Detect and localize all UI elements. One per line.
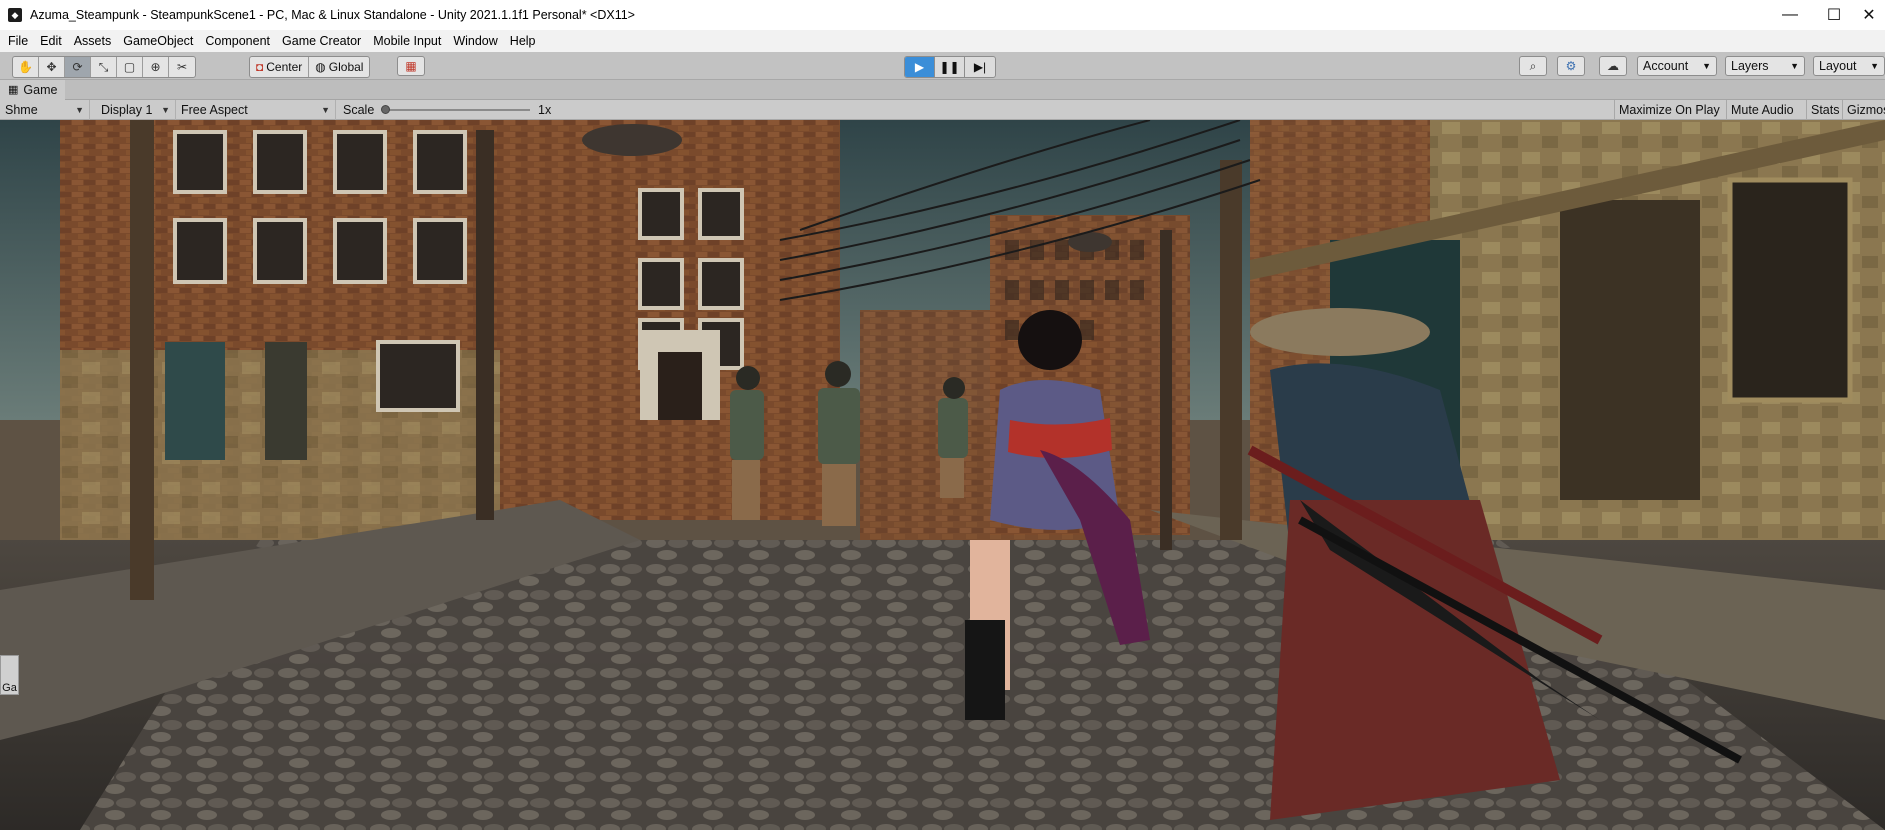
mute-audio-toggle[interactable]: Mute Audio xyxy=(1726,100,1806,120)
scale-slider-thumb[interactable] xyxy=(381,105,390,114)
grid-snap-icon: ▦ xyxy=(405,59,417,73)
game-scene xyxy=(0,120,1885,830)
menu-bar: File Edit Assets GameObject Component Ga… xyxy=(0,30,1885,52)
layers-label: Layers xyxy=(1731,59,1769,73)
caret-down-icon: ▼ xyxy=(161,105,170,115)
shme-dropdown[interactable]: Shme ▼ xyxy=(0,100,90,120)
rect-tool-icon[interactable]: ▢ xyxy=(117,57,143,77)
aspect-dropdown[interactable]: Free Aspect ▼ xyxy=(176,100,336,120)
display-dropdown[interactable]: Display 1 ▼ xyxy=(96,100,176,120)
globe-icon: ◍ xyxy=(315,60,326,74)
maximize-on-play-label: Maximize On Play xyxy=(1619,103,1720,117)
shme-label: Shme xyxy=(5,103,38,117)
pivot-global-button[interactable]: ◍ Global xyxy=(309,57,369,77)
pivot-center-button[interactable]: ◘ Center xyxy=(250,57,310,77)
cloud-icon: ☁ xyxy=(1607,59,1619,73)
play-icon: ▶ xyxy=(914,60,925,74)
search-button[interactable]: ⌕ xyxy=(1519,56,1547,76)
maximize-button[interactable]: ☐ xyxy=(1812,0,1856,30)
transform-tools: ✋ ✥ ⟳ ⤡ ▢ ⊕ ✂ xyxy=(12,56,196,78)
caret-down-icon: ▼ xyxy=(1702,61,1711,71)
pause-icon: ❚❚ xyxy=(939,60,960,74)
scale-tool-icon[interactable]: ⤡ xyxy=(91,57,117,77)
layers-dropdown[interactable]: Layers ▼ xyxy=(1725,56,1805,76)
tab-game[interactable]: ▦ Game xyxy=(0,79,66,100)
step-button[interactable]: ▶| xyxy=(965,57,995,77)
collab-button[interactable]: ⚙ xyxy=(1557,56,1585,76)
stats-label: Stats xyxy=(1811,103,1840,117)
transform-tool-icon[interactable]: ⊕ xyxy=(143,57,169,77)
menu-game-creator[interactable]: Game Creator xyxy=(276,30,367,52)
pause-button[interactable]: ❚❚ xyxy=(935,57,965,77)
window-title: Azuma_Steampunk - SteampunkScene1 - PC, … xyxy=(30,8,635,22)
menu-assets[interactable]: Assets xyxy=(68,30,118,52)
caret-down-icon: ▼ xyxy=(1870,61,1879,71)
move-tool-icon[interactable]: ✥ xyxy=(39,57,65,77)
menu-mobile-input[interactable]: Mobile Input xyxy=(367,30,447,52)
menu-window[interactable]: Window xyxy=(447,30,503,52)
account-dropdown[interactable]: Account ▼ xyxy=(1637,56,1717,76)
tab-game-label: Game xyxy=(23,82,58,97)
rotate-tool-icon[interactable]: ⟳ xyxy=(65,57,91,77)
menu-component[interactable]: Component xyxy=(199,30,276,52)
search-icon: ⌕ xyxy=(1529,58,1537,73)
caret-down-icon: ▼ xyxy=(1790,61,1799,71)
mute-audio-label: Mute Audio xyxy=(1731,103,1794,117)
gizmos-dropdown[interactable]: Gizmos xyxy=(1842,100,1885,120)
step-icon: ▶| xyxy=(973,60,987,74)
game-viewport[interactable]: Ga xyxy=(0,120,1885,830)
pivot-icon: ◘ xyxy=(256,60,264,74)
account-label: Account xyxy=(1643,59,1689,73)
hand-tool-icon[interactable]: ✋ xyxy=(13,57,39,77)
game-tab-bar: ▦ Game xyxy=(0,79,1885,100)
menu-file[interactable]: File xyxy=(2,30,34,52)
close-button[interactable]: ✕ xyxy=(1853,0,1885,30)
game-controller-icon: ▦ xyxy=(8,84,19,96)
menu-gameobject[interactable]: GameObject xyxy=(117,30,199,52)
minimize-button[interactable]: — xyxy=(1768,0,1812,30)
scale-value: 1x xyxy=(538,103,552,117)
layout-label: Layout xyxy=(1819,59,1857,73)
caret-down-icon: ▼ xyxy=(75,105,84,115)
space-label: Global xyxy=(328,60,364,74)
aspect-label: Free Aspect xyxy=(181,103,248,117)
play-button[interactable]: ▶ xyxy=(905,57,935,77)
maximize-on-play-toggle[interactable]: Maximize On Play xyxy=(1614,100,1726,120)
caret-down-icon: ▼ xyxy=(321,105,330,115)
scale-label: Scale xyxy=(343,103,375,117)
main-toolbar: ✋ ✥ ⟳ ⤡ ▢ ⊕ ✂ ◘ Center ◍ Global ▦ ▶ ❚❚ ▶… xyxy=(0,52,1885,80)
cloud-button[interactable]: ☁ xyxy=(1599,56,1627,76)
custom-tool-icon[interactable]: ✂ xyxy=(169,57,195,77)
menu-edit[interactable]: Edit xyxy=(34,30,68,52)
title-bar: ◆ Azuma_Steampunk - SteampunkScene1 - PC… xyxy=(0,0,1885,31)
play-controls: ▶ ❚❚ ▶| xyxy=(904,56,996,78)
layout-dropdown[interactable]: Layout ▼ xyxy=(1813,56,1885,76)
pivot-toggles: ◘ Center ◍ Global xyxy=(249,56,371,78)
side-handle-label: Ga xyxy=(2,682,17,694)
gizmos-label: Gizmos xyxy=(1847,103,1885,117)
display-label: Display 1 xyxy=(101,103,153,117)
pivot-label: Center xyxy=(266,60,303,74)
game-view-toolbar: Shme ▼ Display 1 ▼ Free Aspect ▼ Scale 1… xyxy=(0,100,1885,120)
snap-grid-button[interactable]: ▦ xyxy=(397,56,425,76)
stats-toggle[interactable]: Stats xyxy=(1806,100,1842,120)
scale-slider-track[interactable] xyxy=(381,105,530,114)
unity-logo-icon: ◆ xyxy=(8,8,22,22)
side-panel-handle[interactable]: Ga xyxy=(0,655,19,695)
scale-control: Scale 1x xyxy=(338,100,558,120)
collab-icon: ⚙ xyxy=(1565,59,1577,73)
menu-help[interactable]: Help xyxy=(504,30,542,52)
